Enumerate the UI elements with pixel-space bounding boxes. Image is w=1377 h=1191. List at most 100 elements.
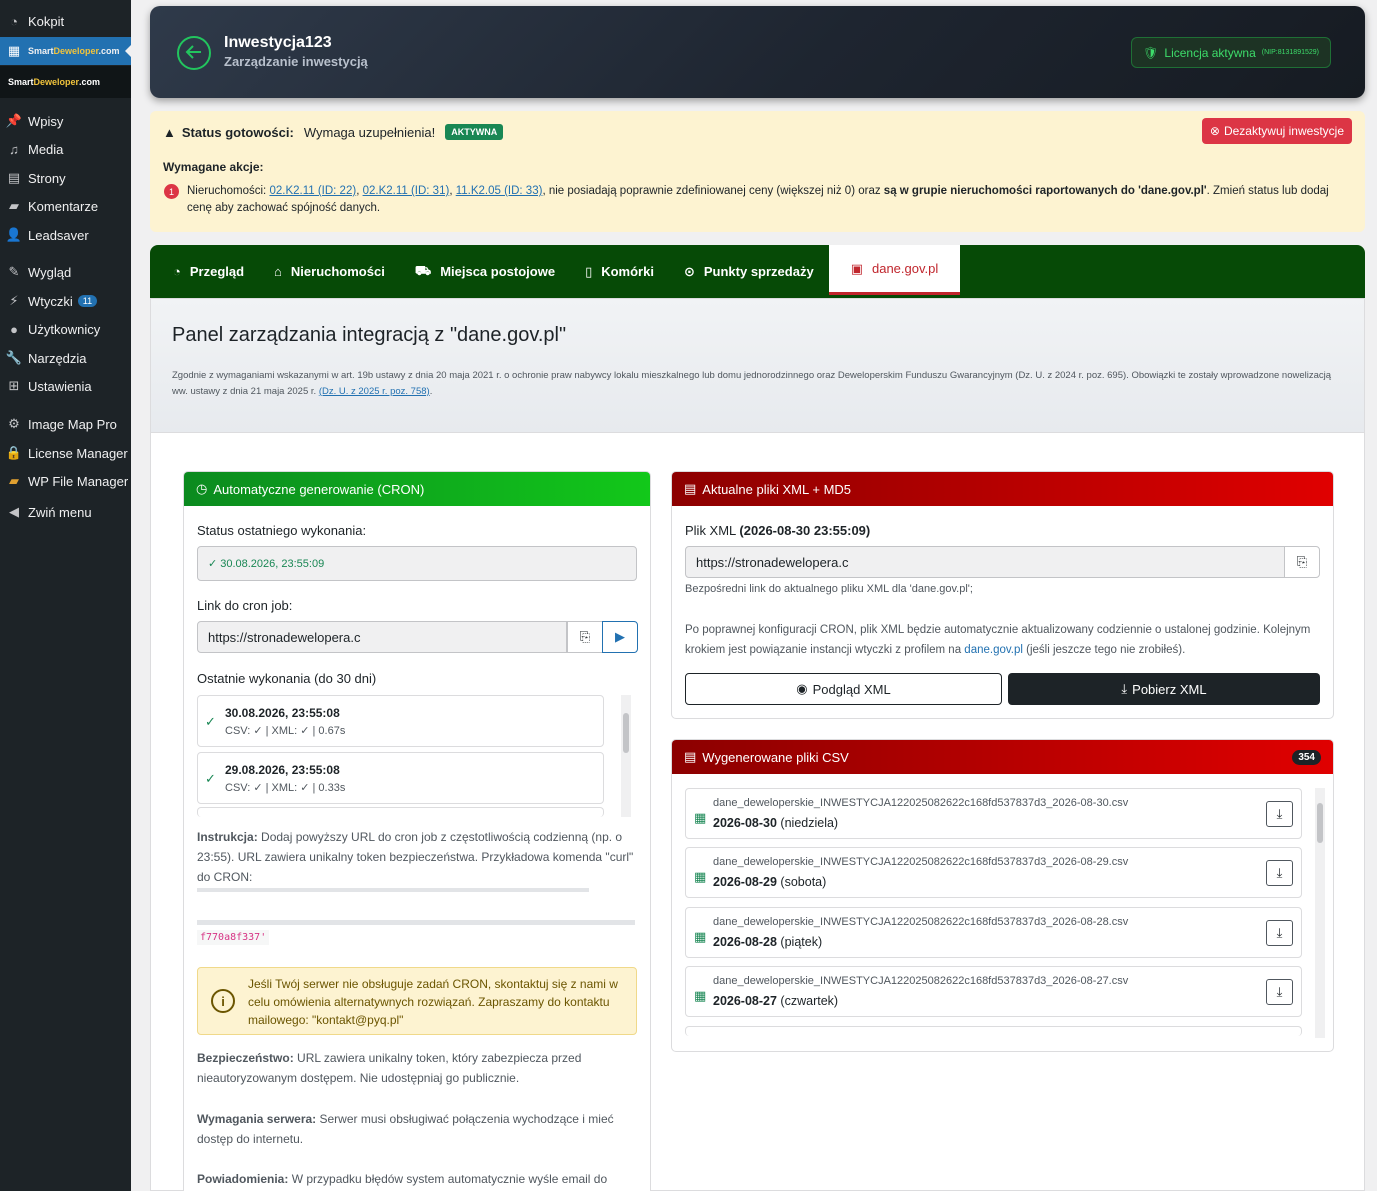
back-button[interactable] [177,36,211,70]
check-circle-icon: ✓ [205,714,216,729]
info-icon: i [211,989,235,1013]
admin-sidebar: ◔ Kokpit ▦ SmartDeweloper.com Smart Dewelop… [0,0,131,1191]
server-requirements-note: Wymagania serwera: Serwer musi obsługiwa… [197,1112,614,1146]
investment-header: Inwestycja123 Zarządzanie inwestycją 🛡 L… [150,6,1365,98]
arrow-left-icon [185,43,203,64]
copy-xml-url-button[interactable]: ⎘ [1284,546,1320,578]
history-scrollbar[interactable] [621,695,631,817]
clipboard-icon: ⎘ [1296,554,1308,569]
sidebar-item-label: Image Map Pro [28,416,117,432]
sidebar-item-wp-file-manager[interactable]: ▰ WP File Manager [0,467,131,495]
sidebar-item-image-map-pro[interactable]: ⚙ Image Map Pro [0,410,131,438]
property-link[interactable]: 02.K2.11 (ID: 22) [269,185,356,197]
action-number: 1 [164,184,179,199]
cron-card-header: ◷ Automatyczne generowanie (CRON) [184,472,650,506]
sidebar-item-uzytkownicy[interactable]: ● Użytkownicy [0,315,131,343]
cron-warning: i Jeśli Twój serwer nie obsługuje zadań … [197,967,637,1035]
door-icon: ▯ [585,263,593,279]
file-code-icon: ▤ [684,481,697,496]
collapse-icon: ◀ [9,504,19,519]
clipboard-icon: ▣ [850,260,863,276]
tab-komorki[interactable]: ▯ Komórki [570,245,669,298]
download-xml-button[interactable]: ⤓ Pobierz XML [1008,673,1320,705]
sidebar-item-komentarze[interactable]: ▰ Komentarze [0,192,131,220]
brand-logo: Smart Deweloper .com [0,66,131,98]
xml-info: Po poprawnej konfiguracji CRON, plik XML… [685,624,1311,656]
csv-file-row: ▦ dane_deweloperskie_INWESTYCJA1220250826… [685,907,1302,958]
media-icon: ♫ [9,141,19,157]
csv-card: ▤ Wygenerowane pliki CSV 354 ▦ dane_dewelop… [671,739,1334,1052]
sidebar-item-smartdeweloper[interactable]: ▦ SmartDeweloper.com [0,37,131,65]
wrench-icon: 🔧 [5,350,23,365]
file-spreadsheet-icon: ▦ [694,929,707,944]
sidebar-item-media[interactable]: ♫ Media [0,135,131,163]
csv-count-badge: 354 [1292,749,1321,765]
csv-file-row [685,1026,1302,1036]
sidebar-item-kokpit[interactable]: ◔ Kokpit [0,7,131,35]
law-link[interactable]: (Dz. U. z 2025 r. poz. 758) [319,386,430,397]
pin-icon: 📌 [5,113,23,128]
cron-instruction: Instrukcja: Dodaj powyższy URL do cron j… [197,830,634,884]
curl-command-tail: f770a8f337' [197,930,270,945]
deactivate-button[interactable]: ⊗ Dezaktywuj inwestycje [1201,118,1352,144]
copy-cron-button[interactable]: ⎘ [567,621,603,653]
chart-icon: ◔ [173,264,181,279]
sidebar-item-leadsaver[interactable]: 👤 Leadsaver [0,221,131,249]
lock-icon: 🔒 [5,445,23,460]
xml-hint: Bezpośredni link do aktualnego pliku XML… [685,583,973,595]
sidebar-item-wyglad[interactable]: ✎ Wygląd [0,258,131,286]
house-icon: ⌂ [274,264,282,279]
sidebar-item-label: Ustawienia [28,378,92,394]
sidebar-collapse-button[interactable]: ◀ Zwiń menu [0,498,131,526]
csv-list-scrollbar[interactable] [1315,788,1325,1038]
download-csv-button[interactable]: ⤓ [1266,860,1293,886]
plugin-icon: ⚡ [9,293,19,308]
clipboard-icon: ⎘ [579,629,591,644]
gear-icon: ⚙ [8,416,20,431]
tab-nieruchomosci[interactable]: ⌂ Nieruchomości [259,245,400,298]
cron-url-field[interactable]: https://stronadewelopera.c [197,621,567,653]
xml-card: ▤ Aktualne pliki XML + MD5 Plik XML (2026… [671,471,1334,719]
run-cron-button[interactable]: ▶ [602,621,638,653]
sidebar-item-label: Wygląd [28,264,72,280]
preview-xml-button[interactable]: ◉ Podgląd XML [685,673,1002,705]
code-scrollbar[interactable] [197,888,589,892]
xml-url-field[interactable]: https://stronadewelopera.c [685,546,1285,578]
tab-dane-gov-pl[interactable]: ▣ dane.gov.pl [828,245,961,295]
dane-gov-link[interactable]: dane.gov.pl [964,644,1023,656]
play-icon: ▶ [615,629,625,644]
cron-link-label: Link do cron job: [197,598,293,613]
sidebar-item-narzedzia[interactable]: 🔧 Narzędzia [0,344,131,372]
brush-icon: ✎ [8,264,20,279]
sidebar-item-license-manager[interactable]: 🔒 License Manager [0,439,131,467]
property-link[interactable]: 11.K2.05 (ID: 33) [456,185,543,197]
sidebar-item-wpisy[interactable]: 📌 Wpisy [0,107,131,135]
status-label: Status gotowości: [181,124,294,140]
sidebar-item-label: Kokpit [28,13,65,29]
history-item: ✓ 30.08.2026, 23:55:08 CSV: ✓ | XML: ✓ | 0… [197,695,604,747]
panel-description: Zgodnie z wymaganiami wskazanymi w art. … [172,370,1332,397]
file-spreadsheet-icon: ▦ [694,869,707,884]
status-value: Wymaga uzupełnienia! [303,124,436,140]
history-item [197,807,604,817]
sidebar-item-wtyczki[interactable]: ⚡ Wtyczki 11 [0,287,131,315]
dashboard-icon: ◔ [10,13,18,29]
code-block [197,920,635,925]
sidebar-item-ustawienia[interactable]: ⊞ Ustawienia [0,372,131,400]
comment-icon: ▰ [9,198,19,213]
download-csv-button[interactable]: ⤓ [1266,979,1293,1005]
property-link[interactable]: 02.K2.11 (ID: 31) [363,185,450,197]
tab-bar: ◔ Przegląd ⌂ Nieruchomości ⛟ Miejsca postoj… [150,245,1365,298]
history-item: ✓ 29.08.2026, 23:55:08 CSV: ✓ | XML: ✓ | 0… [197,752,604,804]
location-icon: ⊙ [683,263,695,279]
download-csv-button[interactable]: ⤓ [1266,920,1293,946]
xml-file-label: Plik XML (2026-08-30 23:55:09) [685,523,871,538]
download-icon: ⤓ [1276,806,1283,821]
download-icon: ⤓ [1121,681,1128,696]
tab-przeglad[interactable]: ◔ Przegląd [158,245,259,298]
tab-punkty-sprzedazy[interactable]: ⊙ Punkty sprzedaży [669,245,829,298]
download-csv-button[interactable]: ⤓ [1266,801,1293,827]
tab-miejsca-postojowe[interactable]: ⛟ Miejsca postojowe [400,245,570,298]
user-add-icon: 👤 [5,227,23,242]
sidebar-item-strony[interactable]: ▤ Strony [0,164,131,192]
